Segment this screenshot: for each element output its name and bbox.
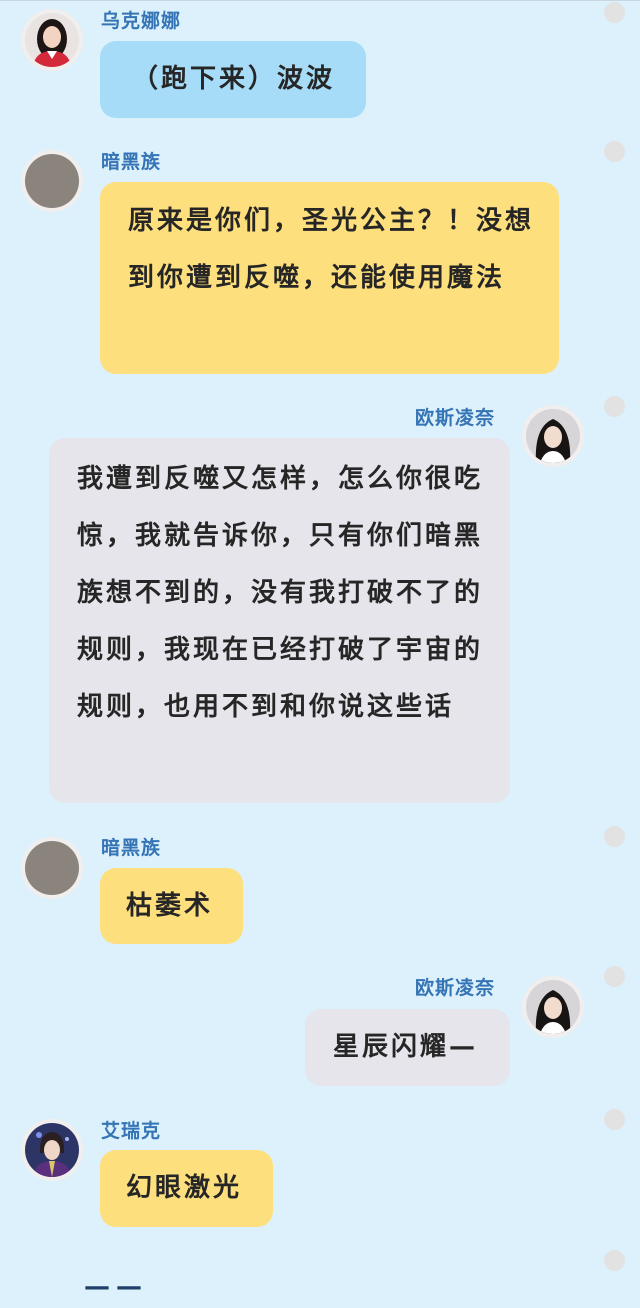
avatar-airuike[interactable]	[21, 1119, 83, 1181]
female-portrait-icon	[526, 409, 580, 463]
bubble-menu-dot[interactable]	[604, 2, 625, 23]
avatar-anheizu[interactable]	[21, 150, 83, 212]
speaker-name: 艾瑞克	[101, 1120, 162, 1142]
speaker-name: 欧斯凌奈	[415, 407, 496, 429]
blank-avatar-icon	[25, 841, 79, 895]
speaker-name: 暗黑族	[101, 151, 162, 173]
bubble-menu-dot[interactable]	[604, 141, 625, 162]
chat-bubble[interactable]: 星辰闪耀—	[305, 1009, 510, 1086]
bubble-menu-dot[interactable]	[604, 396, 625, 417]
chat-bubble[interactable]: 枯萎术	[100, 868, 243, 944]
speaker-name: 乌克娜娜	[101, 10, 182, 32]
female-portrait-icon	[526, 980, 580, 1034]
avatar-wukenana[interactable]	[21, 9, 83, 71]
chat-bubble[interactable]: （跑下来）波波	[100, 41, 366, 118]
chat-bubble[interactable]: 我遭到反噬又怎样，怎么你很吃惊，我就告诉你，只有你们暗黑族想不到的，没有我打破不…	[49, 438, 510, 803]
female-portrait-icon	[25, 13, 79, 67]
speaker-name: 暗黑族	[101, 837, 162, 859]
trailing-text: ——	[84, 1272, 148, 1302]
speaker-name: 欧斯凌奈	[415, 977, 496, 999]
male-portrait-icon	[25, 1123, 79, 1177]
top-divider	[0, 0, 640, 1]
bubble-menu-dot[interactable]	[604, 1109, 625, 1130]
blank-avatar-icon	[25, 154, 79, 208]
avatar-ousilingnai[interactable]	[522, 976, 584, 1038]
bubble-menu-dot[interactable]	[604, 1250, 625, 1271]
avatar-anheizu[interactable]	[21, 837, 83, 899]
chat-bubble[interactable]: 原来是你们，圣光公主？！没想到你遭到反噬，还能使用魔法	[100, 182, 559, 374]
bubble-menu-dot[interactable]	[604, 966, 625, 987]
avatar-ousilingnai[interactable]	[522, 405, 584, 467]
chat-bubble[interactable]: 幻眼激光	[100, 1150, 273, 1227]
bubble-menu-dot[interactable]	[604, 826, 625, 847]
